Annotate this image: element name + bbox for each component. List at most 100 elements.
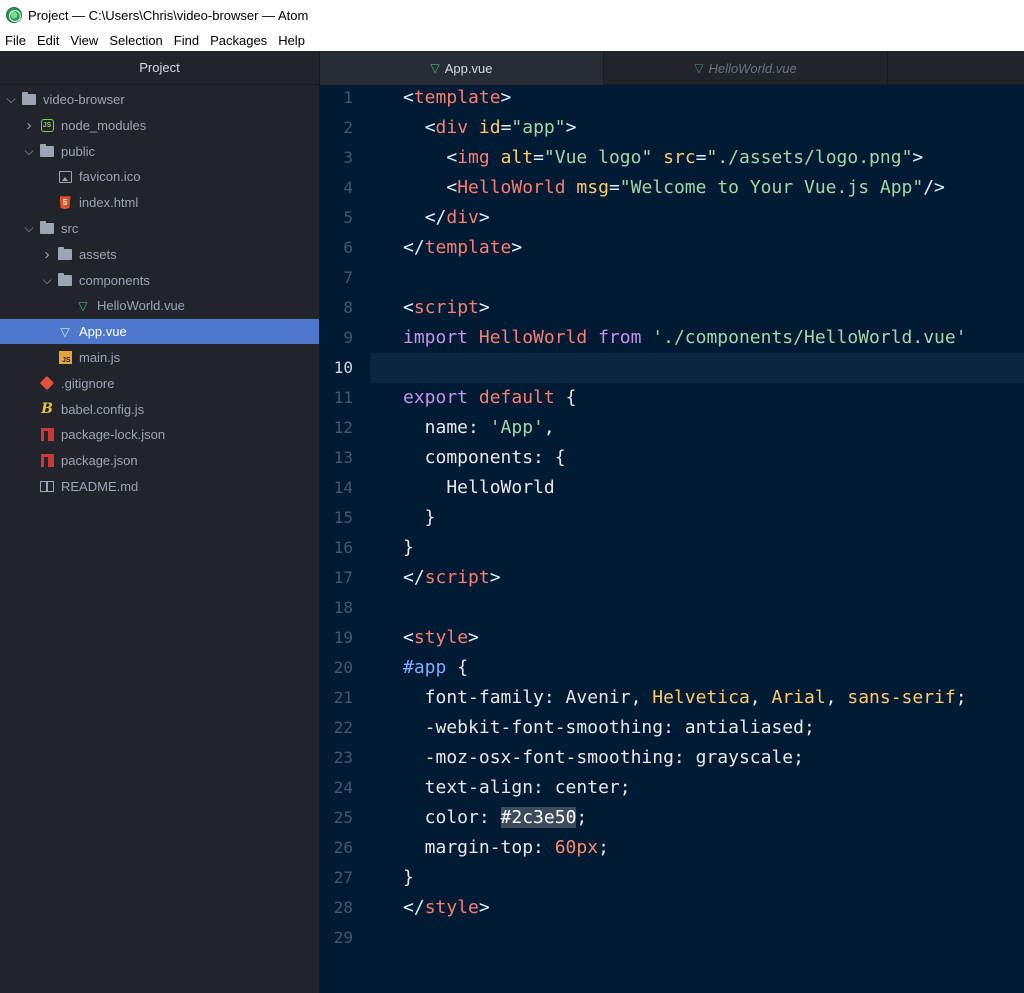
code-token: margin-top: — [403, 837, 555, 858]
menu-find[interactable]: Find — [174, 33, 199, 48]
code-token: id — [478, 117, 501, 138]
code-line[interactable]: HelloWorld — [403, 473, 554, 503]
code-editor[interactable]: 1 2 3 4 5 6 7 8 9 10 11 12 13 14 15 16 17 18 19 20 21 22 23 24 2… — [320, 85, 1024, 993]
code-line[interactable]: <HelloWorld msg="Welcome to Your Vue.js … — [403, 173, 945, 203]
folder-icon — [40, 221, 54, 235]
tree-item-package-lock-json[interactable]: ›package-lock.json — [0, 422, 319, 447]
chevron-down-icon[interactable]: ⌵ — [40, 273, 54, 288]
code-line[interactable]: <script> — [403, 293, 490, 323]
code-line[interactable]: color: #2c3e50; — [403, 803, 587, 833]
code-line[interactable]: <style> — [403, 623, 479, 653]
code-token: div — [446, 207, 479, 228]
tree-item-video-browser[interactable]: ⌵ video-browser — [0, 87, 319, 112]
code-token: </ — [403, 237, 425, 258]
tree-item-main-js[interactable]: ›JSmain.js — [0, 345, 319, 370]
project-sidebar: Project ⌵ video-browser › JS node_modules ⌵ pu… — [0, 51, 320, 993]
line-number: 20 — [333, 658, 353, 677]
code-token: , — [749, 687, 772, 708]
code-token: > — [468, 627, 479, 648]
code-line[interactable]: -moz-osx-font-smoothing: grayscale; — [403, 743, 804, 773]
code-token: "./assets/logo.png" — [706, 147, 913, 168]
code-line[interactable]: import HelloWorld from './components/Hel… — [403, 323, 967, 353]
chevron-right-icon[interactable]: › — [22, 117, 36, 134]
code-line[interactable]: </div> — [403, 203, 490, 233]
tree-item-node-modules[interactable]: › JS node_modules — [0, 113, 319, 138]
code-token: msg — [576, 177, 609, 198]
code-line[interactable]: } — [403, 863, 414, 893]
tree-item-package-json[interactable]: ›package.json — [0, 448, 319, 473]
code-token: </ — [403, 567, 425, 588]
line-number: 14 — [333, 478, 353, 497]
tree-item-label: babel.config.js — [61, 401, 145, 417]
js-file-icon: JS — [58, 351, 72, 364]
tree-item-app-vue[interactable]: ›▽App.vue — [0, 319, 319, 345]
tab-app-vue[interactable]: ▽ App.vue — [320, 51, 604, 85]
tree-item-babel-config-js[interactable]: ›Bbabel.config.js — [0, 397, 319, 422]
code-token: "app" — [511, 117, 566, 138]
tree-item-label: favicon.ico — [79, 169, 141, 185]
code-token: , — [543, 417, 555, 438]
chevron-down-icon[interactable]: ⌵ — [22, 144, 36, 159]
tree-item-favicon-ico[interactable]: ›favicon.ico — [0, 164, 319, 189]
tree-item-label: main.js — [79, 350, 121, 365]
folder-icon — [40, 143, 54, 158]
tree-item-index-html[interactable]: ›5index.html — [0, 190, 319, 215]
menu-packages[interactable]: Packages — [210, 33, 267, 48]
code-line[interactable]: -webkit-font-smoothing: antialiased; — [403, 713, 815, 743]
tree-item-components[interactable]: ⌵ components — [0, 268, 319, 293]
code-token: </ — [403, 897, 425, 918]
tree-item-helloworld-vue[interactable]: ›▽HelloWorld.vue — [0, 293, 319, 318]
tree-item-src[interactable]: ⌵ src — [0, 216, 319, 241]
menu-help[interactable]: Help — [278, 33, 305, 48]
tree-item-label: HelloWorld.vue — [97, 298, 185, 314]
chevron-right-icon[interactable]: › — [40, 246, 54, 263]
menu-edit[interactable]: Edit — [37, 33, 59, 48]
chevron-down-icon[interactable]: ⌵ — [22, 221, 36, 236]
tree-item-gitignore[interactable]: ›.gitignore — [0, 371, 319, 396]
vue-file-icon: ▽ — [430, 61, 440, 75]
code-line[interactable]: #app { — [403, 653, 468, 683]
code-line[interactable]: <template> — [403, 85, 511, 113]
code-token: Helvetica — [652, 687, 750, 708]
code-token: ; — [576, 807, 588, 828]
code-line[interactable]: </script> — [403, 563, 501, 593]
code-token: export — [403, 387, 479, 408]
code-token: < — [403, 627, 414, 648]
atom-logo-icon — [6, 7, 22, 23]
code-line[interactable]: </style> — [403, 893, 490, 923]
vue-file-icon: ▽ — [78, 298, 88, 313]
code-token: name: — [403, 417, 490, 438]
line-number: 8 — [343, 298, 353, 317]
code-line[interactable]: export default { — [403, 383, 576, 413]
code-line[interactable]: <img alt="Vue logo" src="./assets/logo.p… — [403, 143, 923, 173]
code-line[interactable]: } — [403, 533, 414, 563]
tab-helloworld-vue[interactable]: ▽ HelloWorld.vue — [604, 51, 888, 85]
code-line[interactable]: font-family: Avenir, Helvetica, Arial, s… — [403, 683, 967, 713]
line-number: 21 — [333, 688, 353, 707]
code-line[interactable]: margin-top: 60px; — [403, 833, 609, 863]
code-line[interactable]: } — [403, 503, 436, 533]
code-token: style — [424, 897, 479, 918]
tree-item-readme-md[interactable]: ›README.md — [0, 474, 319, 499]
tree-item-public[interactable]: ⌵ public — [0, 139, 319, 164]
chevron-down-icon[interactable]: ⌵ — [4, 92, 18, 107]
menu-view[interactable]: View — [70, 33, 98, 48]
line-number: 25 — [333, 808, 353, 827]
code-token: < — [403, 87, 414, 108]
code-token: /> — [923, 177, 945, 198]
code-line[interactable]: text-align: center; — [403, 773, 631, 803]
code-line[interactable]: name: 'App', — [403, 413, 555, 443]
code-line[interactable]: <div id="app"> — [403, 113, 577, 143]
tree-item-label: components — [79, 272, 150, 288]
tree-item-assets[interactable]: › assets — [0, 242, 319, 267]
code-token: > — [478, 297, 490, 318]
code-token: { — [457, 657, 469, 678]
code-line[interactable]: components: { — [403, 443, 566, 473]
menu-file[interactable]: File — [5, 33, 26, 48]
code-line[interactable]: </template> — [403, 233, 522, 263]
code-token: script — [424, 567, 490, 588]
menu-selection[interactable]: Selection — [109, 33, 162, 48]
git-file-icon — [39, 376, 55, 391]
code-token: 60px — [554, 837, 599, 858]
